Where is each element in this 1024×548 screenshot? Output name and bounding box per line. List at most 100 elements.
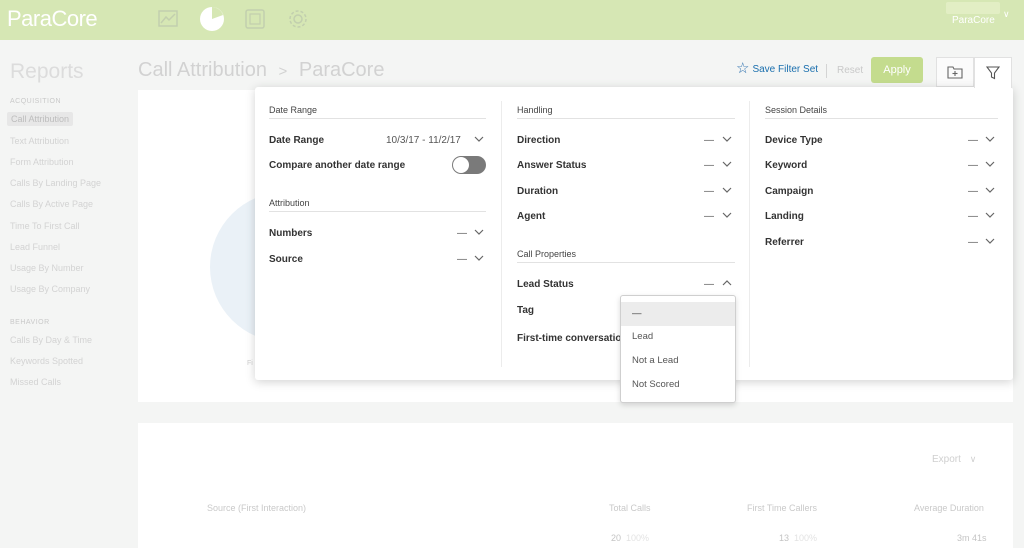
column-header-source[interactable]: Source (First Interaction): [207, 503, 306, 513]
direction-value: —: [704, 135, 714, 146]
duration-label: Duration: [517, 186, 559, 197]
chart-icon[interactable]: [157, 8, 179, 30]
filter-icon: [986, 66, 1000, 80]
dropdown-option-not-a-lead[interactable]: Not a Lead: [621, 349, 735, 373]
sidebar-item-calls-by-active-page[interactable]: Calls By Active Page: [10, 199, 93, 209]
chevron-down-icon: [985, 161, 995, 167]
save-filter-set-button[interactable]: ☆ Save Filter Set: [736, 60, 819, 77]
account-name: ParaCore: [952, 15, 995, 26]
top-bar: ParaCore ParaCore ∨: [0, 0, 1024, 40]
page-title: Call Attribution: [138, 59, 267, 81]
section-divider: [269, 211, 486, 212]
device-type-filter[interactable]: Device Type —: [765, 133, 998, 149]
numbers-filter[interactable]: Numbers —: [269, 226, 486, 242]
account-menu[interactable]: ParaCore ∨: [946, 0, 1010, 30]
referrer-filter[interactable]: Referrer —: [765, 235, 998, 251]
column-header-first-time-callers[interactable]: First Time Callers: [747, 503, 817, 513]
reset-button[interactable]: Reset: [837, 65, 863, 76]
chevron-down-icon: [474, 136, 484, 142]
apply-button[interactable]: Apply: [871, 57, 923, 83]
app-logo[interactable]: ParaCore: [7, 6, 98, 32]
campaign-filter[interactable]: Campaign —: [765, 184, 998, 200]
total-calls-value: 20: [611, 533, 622, 543]
call-properties-section-header: Call Properties: [517, 249, 577, 259]
average-duration-value: 3m 41s: [957, 533, 987, 543]
sidebar: Reports ACQUISITION Call Attribution Tex…: [0, 40, 130, 548]
compare-date-range-label: Compare another date range: [269, 160, 406, 171]
source-label: Source: [269, 254, 303, 265]
landing-label: Landing: [765, 211, 804, 222]
total-calls-percent: 100%: [626, 533, 650, 543]
lead-status-label: Lead Status: [517, 279, 574, 290]
dashboard-icon[interactable]: [244, 8, 266, 30]
sidebar-item-time-to-first-call[interactable]: Time To First Call: [10, 221, 80, 231]
export-button[interactable]: Export ∨: [932, 454, 976, 465]
sidebar-item-text-attribution[interactable]: Text Attribution: [10, 136, 69, 146]
date-range-section-header: Date Range: [269, 105, 318, 115]
keyword-label: Keyword: [765, 160, 808, 171]
lead-status-filter[interactable]: Lead Status —: [517, 277, 735, 293]
sidebar-section-behavior: BEHAVIOR: [10, 319, 50, 326]
sidebar-item-usage-by-company[interactable]: Usage By Company: [10, 284, 90, 294]
agent-filter[interactable]: Agent —: [517, 209, 735, 225]
referrer-label: Referrer: [765, 237, 804, 248]
sidebar-item-keywords-spotted[interactable]: Keywords Spotted: [10, 356, 83, 366]
breadcrumb-account[interactable]: ParaCore: [299, 59, 385, 81]
sidebar-item-missed-calls[interactable]: Missed Calls: [10, 377, 61, 387]
keyword-filter[interactable]: Keyword —: [765, 158, 998, 174]
column-divider: [501, 101, 502, 367]
answer-status-filter[interactable]: Answer Status —: [517, 158, 735, 174]
sidebar-item-usage-by-number[interactable]: Usage By Number: [10, 263, 84, 273]
compare-date-range-toggle[interactable]: [452, 156, 486, 174]
sidebar-item-calls-by-day-time[interactable]: Calls By Day & Time: [10, 335, 92, 345]
chevron-down-icon: [474, 229, 484, 235]
landing-filter[interactable]: Landing —: [765, 209, 998, 225]
sidebar-item-calls-by-landing-page[interactable]: Calls By Landing Page: [10, 178, 101, 188]
star-icon: ☆: [736, 60, 750, 77]
gear-icon[interactable]: [287, 8, 309, 30]
table-card: [138, 423, 1013, 548]
campaign-label: Campaign: [765, 186, 814, 197]
saved-filters-button[interactable]: [936, 57, 974, 87]
device-type-label: Device Type: [765, 135, 823, 146]
chevron-down-icon: [985, 212, 995, 218]
attribution-section-header: Attribution: [269, 198, 310, 208]
tag-label: Tag: [517, 305, 535, 316]
sidebar-item-call-attribution[interactable]: Call Attribution: [7, 112, 74, 126]
landing-value: —: [968, 211, 978, 222]
section-divider: [517, 262, 735, 263]
column-header-total-calls[interactable]: Total Calls: [609, 503, 651, 513]
first-time-callers-percent: 100%: [794, 533, 818, 543]
first-time-callers-value: 13: [779, 533, 790, 543]
answer-status-label: Answer Status: [517, 160, 587, 171]
sidebar-item-lead-funnel[interactable]: Lead Funnel: [10, 242, 60, 252]
chevron-down-icon: [722, 161, 732, 167]
chevron-down-icon: [985, 136, 995, 142]
sidebar-item-form-attribution[interactable]: Form Attribution: [10, 157, 74, 167]
referrer-value: —: [968, 237, 978, 248]
chevron-down-icon: [985, 187, 995, 193]
session-details-section-header: Session Details: [765, 105, 828, 115]
column-header-average-duration[interactable]: Average Duration: [914, 503, 984, 513]
dropdown-option-any[interactable]: —: [621, 302, 735, 326]
filter-toggle-button[interactable]: [974, 57, 1012, 88]
dropdown-option-not-scored[interactable]: Not Scored: [621, 373, 735, 397]
date-range-filter[interactable]: Date Range 10/3/17 - 11/2/17: [269, 133, 486, 149]
direction-filter[interactable]: Direction —: [517, 133, 735, 149]
device-type-value: —: [968, 135, 978, 146]
column-divider: [749, 101, 750, 367]
section-divider: [765, 118, 998, 119]
source-filter[interactable]: Source —: [269, 252, 486, 268]
first-time-conversation-label: First-time conversatio: [517, 333, 622, 344]
pie-icon[interactable]: [198, 5, 226, 33]
section-divider: [517, 118, 735, 119]
chevron-down-icon: ∨: [1003, 9, 1010, 19]
save-filter-set-label: Save Filter Set: [752, 63, 819, 75]
agent-label: Agent: [517, 211, 546, 222]
duration-filter[interactable]: Duration —: [517, 184, 735, 200]
dropdown-option-lead[interactable]: Lead: [621, 325, 735, 349]
sidebar-title: Reports: [10, 60, 84, 83]
chevron-down-icon: [722, 136, 732, 142]
numbers-label: Numbers: [269, 228, 313, 239]
campaign-value: —: [968, 186, 978, 197]
